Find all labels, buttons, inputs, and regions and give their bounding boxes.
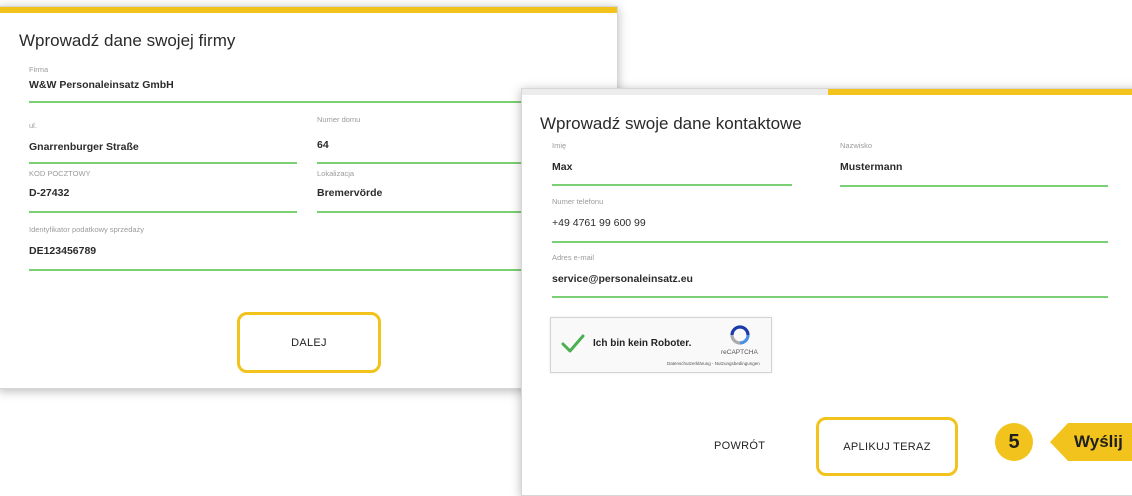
email-underline <box>552 296 1108 298</box>
telefon-label: Numer telefonu <box>552 197 604 206</box>
recaptcha-logo-icon <box>730 325 750 345</box>
recaptcha-brand: reCAPTCHA <box>721 349 758 356</box>
card-accent-bar-light <box>522 89 828 95</box>
kod-pocztowy-field[interactable]: KOD POCZTOWY D-27432 <box>29 169 297 213</box>
email-field[interactable]: Adres e-mail service@personaleinsatz.eu <box>552 253 1108 298</box>
imie-input[interactable]: Max <box>552 161 572 173</box>
nazwisko-label: Nazwisko <box>840 141 873 150</box>
next-button[interactable]: DALEJ <box>237 312 381 373</box>
identyfikator-label: Identyfikator podatkowy sprzedaży <box>29 225 145 234</box>
step-number-badge: 5 <box>995 423 1033 461</box>
ulica-field[interactable]: ul. Gnarrenburger Straße <box>29 121 297 164</box>
step-label: Wyślij <box>1068 423 1132 461</box>
identyfikator-input[interactable]: DE123456789 <box>29 245 96 257</box>
kod-pocztowy-label: KOD POCZTOWY <box>29 169 91 178</box>
email-input[interactable]: service@personaleinsatz.eu <box>552 273 693 285</box>
company-form-title: Wprowadź dane swojej firmy <box>19 31 236 50</box>
ulica-label: ul. <box>29 121 37 130</box>
lokalizacja-underline <box>317 211 547 213</box>
imie-underline <box>552 184 792 186</box>
next-button-label: DALEJ <box>291 336 327 349</box>
lokalizacja-label: Lokalizacja <box>317 169 355 178</box>
nazwisko-field[interactable]: Nazwisko Mustermann <box>840 141 1108 187</box>
recaptcha-links[interactable]: Datenschutzerklärung - Nutzungsbedingung… <box>667 361 760 366</box>
lokalizacja-input[interactable]: Bremervörde <box>317 187 382 199</box>
firma-input[interactable]: W&W Personaleinsatz GmbH <box>29 79 174 91</box>
telefon-underline <box>552 241 1108 243</box>
captcha-text: Ich bin kein Roboter. <box>593 338 692 349</box>
email-label: Adres e-mail <box>552 253 595 262</box>
back-button[interactable]: POWRÓT <box>714 440 765 452</box>
numer-domu-input[interactable]: 64 <box>317 139 329 151</box>
checkmark-icon[interactable] <box>561 334 585 354</box>
contact-form-card: Wprowadź swoje dane kontaktowe Imię Max … <box>521 88 1132 496</box>
ulica-input[interactable]: Gnarrenburger Straße <box>29 141 139 153</box>
numer-domu-label: Numer domu <box>317 115 361 124</box>
contact-form-title: Wprowadź swoje dane kontaktowe <box>540 114 802 133</box>
nazwisko-underline <box>840 185 1108 187</box>
recaptcha-widget[interactable]: Ich bin kein Roboter. reCAPTCHA Datensch… <box>550 317 772 373</box>
apply-button[interactable]: APLIKUJ TERAZ <box>816 417 958 476</box>
kod-pocztowy-underline <box>29 211 297 213</box>
numer-domu-underline <box>317 162 547 164</box>
nazwisko-input[interactable]: Mustermann <box>840 161 902 173</box>
card-accent-bar <box>828 89 1132 95</box>
numer-domu-field[interactable]: Numer domu 64 <box>317 115 547 164</box>
imie-field[interactable]: Imię Max <box>552 141 792 186</box>
firma-label: Firma <box>29 65 49 74</box>
imie-label: Imię <box>552 141 567 150</box>
step-arrow-icon <box>1050 423 1068 461</box>
ulica-underline <box>29 162 297 164</box>
lokalizacja-field[interactable]: Lokalizacja Bremervörde <box>317 169 547 213</box>
telefon-field[interactable]: Numer telefonu +49 4761 99 600 99 <box>552 197 1108 243</box>
telefon-input[interactable]: +49 4761 99 600 99 <box>552 217 646 229</box>
card-accent-bar <box>0 7 617 13</box>
kod-pocztowy-input[interactable]: D-27432 <box>29 187 69 199</box>
apply-button-label: APLIKUJ TERAZ <box>843 440 931 453</box>
